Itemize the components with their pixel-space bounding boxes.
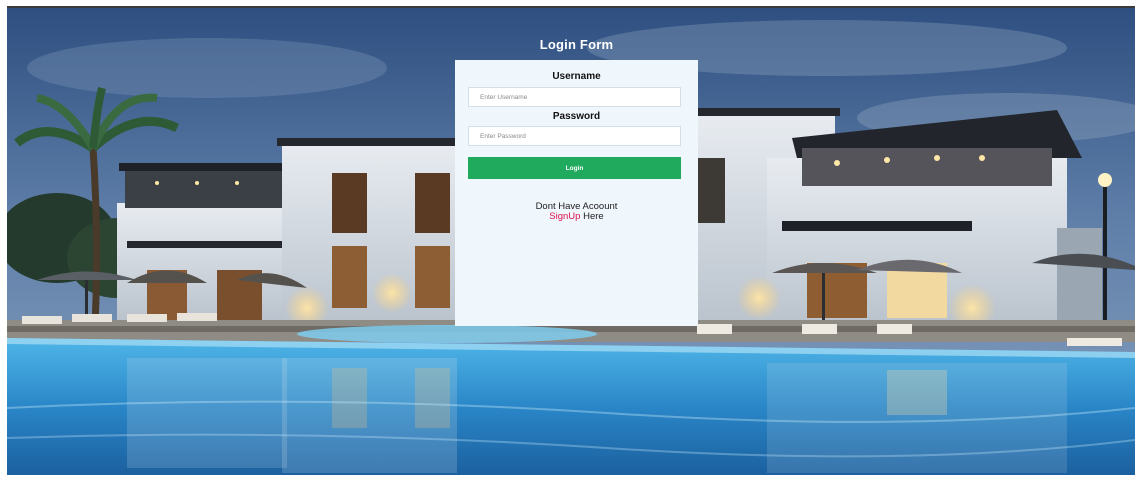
signup-line: SignUp Here: [455, 212, 698, 222]
signup-link[interactable]: SignUp: [549, 211, 580, 222]
signup-prompt: Dont Have Acoount SignUp Here: [455, 202, 698, 222]
login-button[interactable]: Login: [468, 157, 681, 179]
password-label: Password: [552, 111, 601, 122]
login-panel: Username Password Login Dont Have Acooun…: [455, 60, 698, 326]
page-title: Login Form: [539, 37, 614, 52]
username-label: Username: [552, 71, 601, 82]
page-frame: Login Form Username Password Login Dont …: [7, 6, 1135, 475]
username-input[interactable]: [468, 87, 681, 107]
password-input[interactable]: [468, 126, 681, 146]
signup-suffix: Here: [580, 211, 604, 222]
